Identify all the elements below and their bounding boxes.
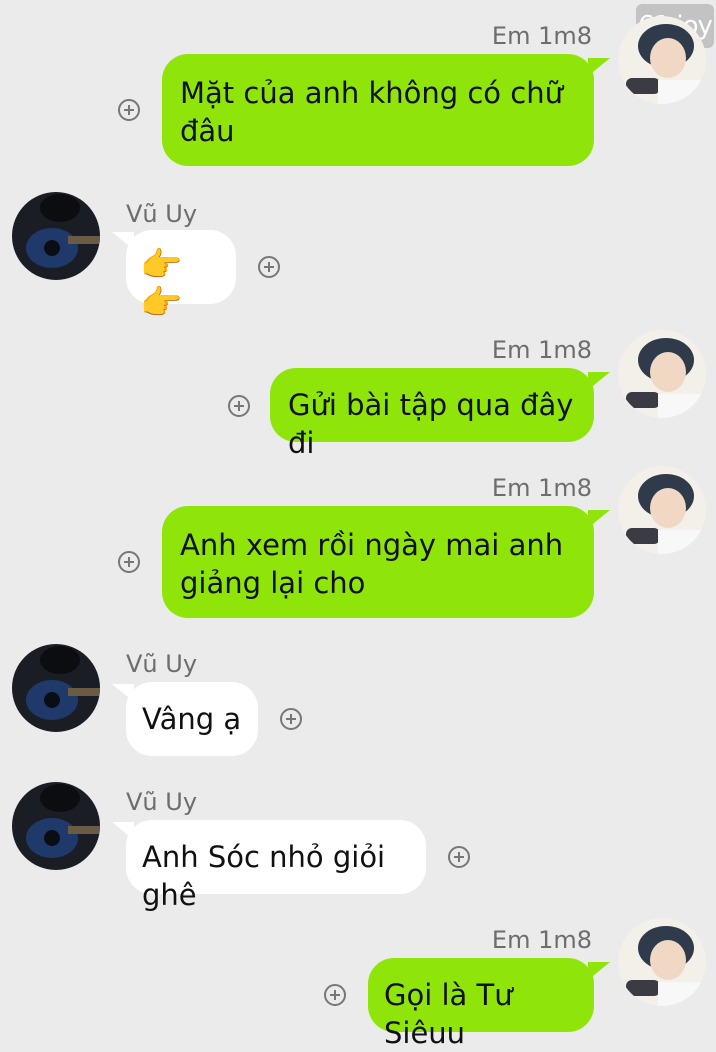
message-text: Gửi bài tập qua đây đi (288, 388, 574, 460)
avatar-boy-image (618, 466, 706, 554)
my-avatar[interactable] (618, 466, 706, 554)
sender-name: Em 1m8 (491, 474, 592, 502)
add-reaction-icon[interactable] (280, 708, 302, 730)
message-bubble[interactable]: Gọi là Tư Siêuu (368, 958, 594, 1050)
my-avatar[interactable] (618, 330, 706, 418)
sender-name: Em 1m8 (491, 22, 592, 50)
message-text: 👉👉 (140, 245, 183, 323)
sender-name: Vũ Uy (126, 788, 198, 816)
message-text: Mặt của anh không có chữ đâu (180, 76, 563, 148)
add-reaction-icon[interactable] (228, 395, 250, 417)
sender-name: Vũ Uy (126, 650, 198, 678)
bubble-tail (112, 232, 134, 250)
add-reaction-icon[interactable] (258, 256, 280, 278)
other-avatar[interactable] (12, 644, 100, 732)
message-bubble[interactable]: 👉👉 (126, 230, 236, 322)
sender-name: Em 1m8 (491, 926, 592, 954)
other-avatar[interactable] (12, 782, 100, 870)
my-avatar[interactable] (618, 918, 706, 1006)
bubble-tail (588, 372, 610, 390)
message-bubble[interactable]: Vâng ạ (126, 682, 258, 756)
sender-name: Em 1m8 (491, 336, 592, 364)
bubble-tail (112, 684, 134, 702)
my-avatar[interactable] (618, 16, 706, 104)
bubble-tail (112, 822, 134, 840)
avatar-boy-image (618, 330, 706, 418)
sender-name: Vũ Uy (126, 200, 198, 228)
add-reaction-icon[interactable] (118, 99, 140, 121)
avatar-boy-image (618, 918, 706, 1006)
add-reaction-icon[interactable] (324, 984, 346, 1006)
message-bubble[interactable]: Anh xem rồi ngày mai anh giảng lại cho (162, 506, 594, 618)
message-bubble[interactable]: Gửi bài tập qua đây đi (270, 368, 594, 460)
message-bubble[interactable]: Anh Sóc nhỏ giỏi ghê (126, 820, 426, 912)
bubble-tail (588, 962, 610, 980)
message-text: Gọi là Tư Siêuu (384, 978, 513, 1050)
add-reaction-icon[interactable] (448, 846, 470, 868)
avatar-boy-image (618, 16, 706, 104)
message-bubble[interactable]: Mặt của anh không có chữ đâu (162, 54, 594, 166)
bubble-tail (588, 510, 610, 528)
message-text: Vâng ạ (142, 702, 242, 736)
other-avatar[interactable] (12, 192, 100, 280)
bubble-tail (588, 58, 610, 76)
avatar-guitar-image (12, 782, 100, 870)
message-text: Anh xem rồi ngày mai anh giảng lại cho (180, 528, 564, 600)
avatar-guitar-image (12, 644, 100, 732)
message-text: Anh Sóc nhỏ giỏi ghê (142, 840, 386, 912)
avatar-guitar-image (12, 192, 100, 280)
add-reaction-icon[interactable] (118, 551, 140, 573)
